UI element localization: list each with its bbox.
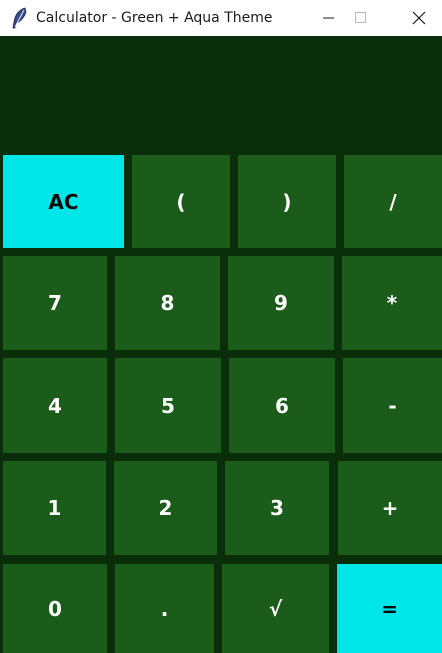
digit-7-button[interactable]: 7 (3, 256, 107, 350)
maximize-button[interactable] (338, 0, 384, 36)
maximize-icon (355, 12, 366, 23)
calculator-window: Calculator - Green + Aqua Theme AC ( ) /… (0, 0, 442, 653)
digit-2-button[interactable]: 2 (114, 461, 217, 555)
feather-icon (10, 7, 30, 29)
digit-4-button[interactable]: 4 (3, 358, 107, 453)
subtract-button[interactable]: - (343, 358, 442, 453)
divide-button[interactable]: / (344, 155, 442, 248)
sqrt-button[interactable]: √ (222, 564, 329, 653)
clear-button[interactable]: AC (3, 155, 124, 248)
add-button[interactable]: + (338, 461, 442, 555)
minimize-icon (323, 17, 334, 19)
digit-0-button[interactable]: 0 (3, 564, 107, 653)
window-title: Calculator - Green + Aqua Theme (36, 10, 273, 26)
multiply-button[interactable]: * (342, 256, 442, 350)
equals-button[interactable]: = (337, 564, 442, 653)
title-bar[interactable]: Calculator - Green + Aqua Theme (0, 0, 442, 36)
close-button[interactable] (396, 0, 442, 36)
digit-6-button[interactable]: 6 (229, 358, 335, 453)
calculator-display (0, 36, 442, 152)
close-paren-button[interactable]: ) (238, 155, 336, 248)
close-icon (412, 11, 426, 25)
digit-5-button[interactable]: 5 (115, 358, 221, 453)
digit-1-button[interactable]: 1 (3, 461, 106, 555)
open-paren-button[interactable]: ( (132, 155, 230, 248)
digit-9-button[interactable]: 9 (228, 256, 334, 350)
decimal-button[interactable]: . (115, 564, 214, 653)
digit-3-button[interactable]: 3 (225, 461, 329, 555)
digit-8-button[interactable]: 8 (115, 256, 220, 350)
